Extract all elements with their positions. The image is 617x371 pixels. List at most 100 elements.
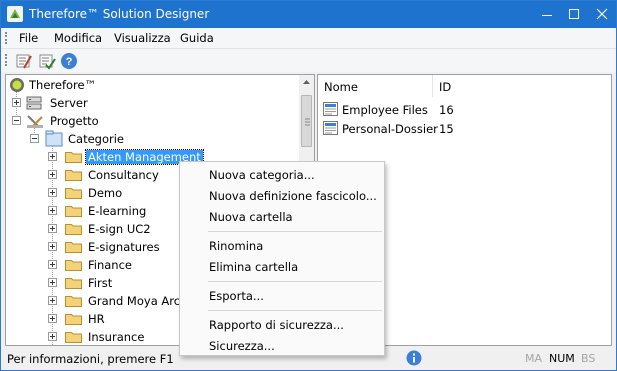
collapse-icon[interactable] xyxy=(12,116,21,125)
maximize-button[interactable] xyxy=(559,1,589,28)
info-icon[interactable] xyxy=(406,350,422,366)
list-item[interactable]: Employee Files 16 xyxy=(323,100,608,119)
close-icon xyxy=(596,8,608,20)
expand-icon[interactable] xyxy=(12,98,21,107)
folder-icon xyxy=(65,206,82,217)
therefore-root-icon xyxy=(10,78,24,92)
case-definition-icon xyxy=(323,102,338,116)
tree-item-root[interactable]: Therefore™ xyxy=(9,76,294,94)
expand-icon[interactable] xyxy=(48,278,57,287)
expand-icon[interactable] xyxy=(48,332,57,341)
minimize-button[interactable] xyxy=(532,1,562,28)
status-text: Per informazioni, premere F1 xyxy=(7,352,174,366)
menu-item-label: Rinomina xyxy=(209,239,264,253)
folder-icon xyxy=(65,260,82,271)
toolbar-tool2-button[interactable] xyxy=(38,52,56,70)
tree-item-label: First xyxy=(88,276,113,290)
column-header-label: Nome xyxy=(324,80,358,94)
scrollbar-thumb[interactable] xyxy=(301,95,312,147)
expand-icon[interactable] xyxy=(48,260,57,269)
tree-item-label: Insurance xyxy=(88,330,145,344)
tree-item-label: Progetto xyxy=(50,114,99,128)
tree-item-server[interactable]: Server xyxy=(12,94,292,112)
list-item-id: 16 xyxy=(439,103,454,117)
menu-bar: File Modifica Visualizza Guida xyxy=(1,28,616,48)
categories-icon xyxy=(45,130,63,147)
tree-item-label: HR xyxy=(88,312,105,326)
tree-item-label: Grand Moya Arch xyxy=(88,294,188,308)
menu-item-export[interactable]: Esporta... xyxy=(180,286,384,306)
folder-icon xyxy=(65,314,82,325)
menubar-grip[interactable] xyxy=(5,32,7,44)
num-lock-indicator: NUM xyxy=(549,352,575,365)
menu-item-label: Esporta... xyxy=(209,289,264,303)
app-logo-icon xyxy=(7,6,23,22)
folder-icon xyxy=(65,242,82,253)
expand-icon[interactable] xyxy=(48,242,57,251)
tree-item-label: Categorie xyxy=(68,132,124,146)
menu-item-label: Nuova definizione fascicolo... xyxy=(209,189,377,203)
title-bar[interactable]: Therefore™ Solution Designer xyxy=(1,1,616,28)
window-title: Therefore™ Solution Designer xyxy=(29,7,210,21)
menu-item-security[interactable]: Sicurezza... xyxy=(180,336,384,356)
scroll-up-icon[interactable] xyxy=(299,75,314,90)
tree-item-label: E-signatures xyxy=(88,240,160,254)
minimize-icon xyxy=(542,15,552,16)
folder-icon xyxy=(65,296,82,307)
tree-item-label: Therefore™ xyxy=(29,78,97,92)
expand-icon[interactable] xyxy=(48,152,57,161)
project-icon xyxy=(27,115,43,128)
menu-item-label: Rapporto di sicurezza... xyxy=(209,318,344,332)
tree-item-label: Consultancy xyxy=(88,168,159,182)
menu-modifica[interactable]: Modifica xyxy=(54,31,102,45)
wand-icon xyxy=(16,54,32,69)
expand-icon[interactable] xyxy=(48,170,57,179)
column-header-id[interactable]: ID xyxy=(433,75,611,97)
folder-icon xyxy=(65,188,82,199)
close-button[interactable] xyxy=(587,1,617,28)
menu-separator xyxy=(208,281,382,282)
menu-guida[interactable]: Guida xyxy=(180,31,214,45)
folder-icon xyxy=(65,332,82,343)
expand-icon[interactable] xyxy=(48,206,57,215)
menu-item-rename[interactable]: Rinomina xyxy=(180,236,384,256)
toolbar-help-button[interactable]: ? xyxy=(60,52,78,70)
menu-file[interactable]: File xyxy=(19,31,38,45)
expand-icon[interactable] xyxy=(48,296,57,305)
menu-item-new-case-definition[interactable]: Nuova definizione fascicolo... xyxy=(180,186,384,206)
menu-separator xyxy=(208,310,382,311)
toolbar-tool1-button[interactable] xyxy=(15,52,33,70)
menu-item-security-report[interactable]: Rapporto di sicurezza... xyxy=(180,315,384,335)
expand-icon[interactable] xyxy=(48,224,57,233)
menu-item-new-folder[interactable]: Nuova cartella xyxy=(180,207,384,227)
menu-visualizza[interactable]: Visualizza xyxy=(114,31,171,45)
list-item-name: Employee Files xyxy=(342,103,428,117)
menu-item-label: Nuova cartella xyxy=(209,210,293,224)
column-header-label: ID xyxy=(439,80,452,94)
collapse-icon[interactable] xyxy=(30,134,39,143)
expand-icon[interactable] xyxy=(48,314,57,323)
tree-item-label: Server xyxy=(50,96,88,110)
column-header-name[interactable]: Nome xyxy=(318,75,433,97)
tree-item-label: Finance xyxy=(88,258,132,272)
toolbar-grip[interactable] xyxy=(5,54,7,66)
expand-icon[interactable] xyxy=(48,188,57,197)
tree-item-categorie[interactable]: Categorie xyxy=(30,130,290,148)
case-definition-icon xyxy=(323,121,338,135)
menu-item-label: Sicurezza... xyxy=(209,339,275,353)
help-icon: ? xyxy=(61,53,77,69)
tree-item-progetto[interactable]: Progetto xyxy=(12,112,292,130)
server-icon xyxy=(26,96,42,110)
list-item[interactable]: Personal-Dossier 15 xyxy=(323,119,608,138)
toolbar: ? xyxy=(1,48,616,72)
menu-item-new-category[interactable]: Nuova categoria... xyxy=(180,165,384,185)
menu-item-label: Nuova categoria... xyxy=(209,168,315,182)
menu-item-delete-folder[interactable]: Elimina cartella xyxy=(180,257,384,277)
app-window: Therefore™ Solution Designer File Modifi… xyxy=(0,0,617,371)
tree-item-label: E-learning xyxy=(88,204,147,218)
folder-icon xyxy=(65,278,82,289)
grip-icon xyxy=(305,118,310,126)
list-item-id: 15 xyxy=(439,122,454,136)
checklist-icon xyxy=(39,54,56,70)
list-item-name: Personal-Dossier xyxy=(342,122,438,136)
